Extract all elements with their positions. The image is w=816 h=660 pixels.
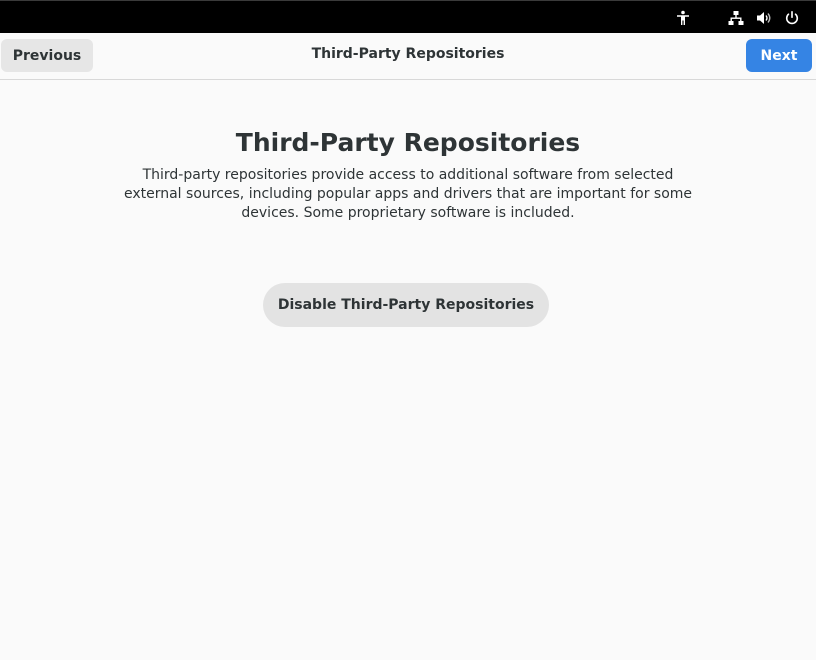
previous-button[interactable]: Previous <box>1 39 93 72</box>
accessibility-menu[interactable] <box>673 1 693 34</box>
volume-icon[interactable] <box>754 8 774 28</box>
next-button[interactable]: Next <box>746 39 812 72</box>
network-wired-icon[interactable] <box>726 8 746 28</box>
power-icon[interactable] <box>782 8 802 28</box>
page-title: Third-Party Repositories <box>235 128 581 157</box>
accessibility-icon[interactable] <box>673 8 693 28</box>
header-bar: Previous Third-Party Repositories Next <box>0 33 816 80</box>
header-title: Third-Party Repositories <box>311 46 505 62</box>
top-bar <box>0 0 816 33</box>
page-description: Third-party repositories provide access … <box>123 167 693 221</box>
system-menu[interactable] <box>726 1 802 34</box>
disable-repositories-button[interactable]: Disable Third-Party Repositories <box>263 283 549 327</box>
